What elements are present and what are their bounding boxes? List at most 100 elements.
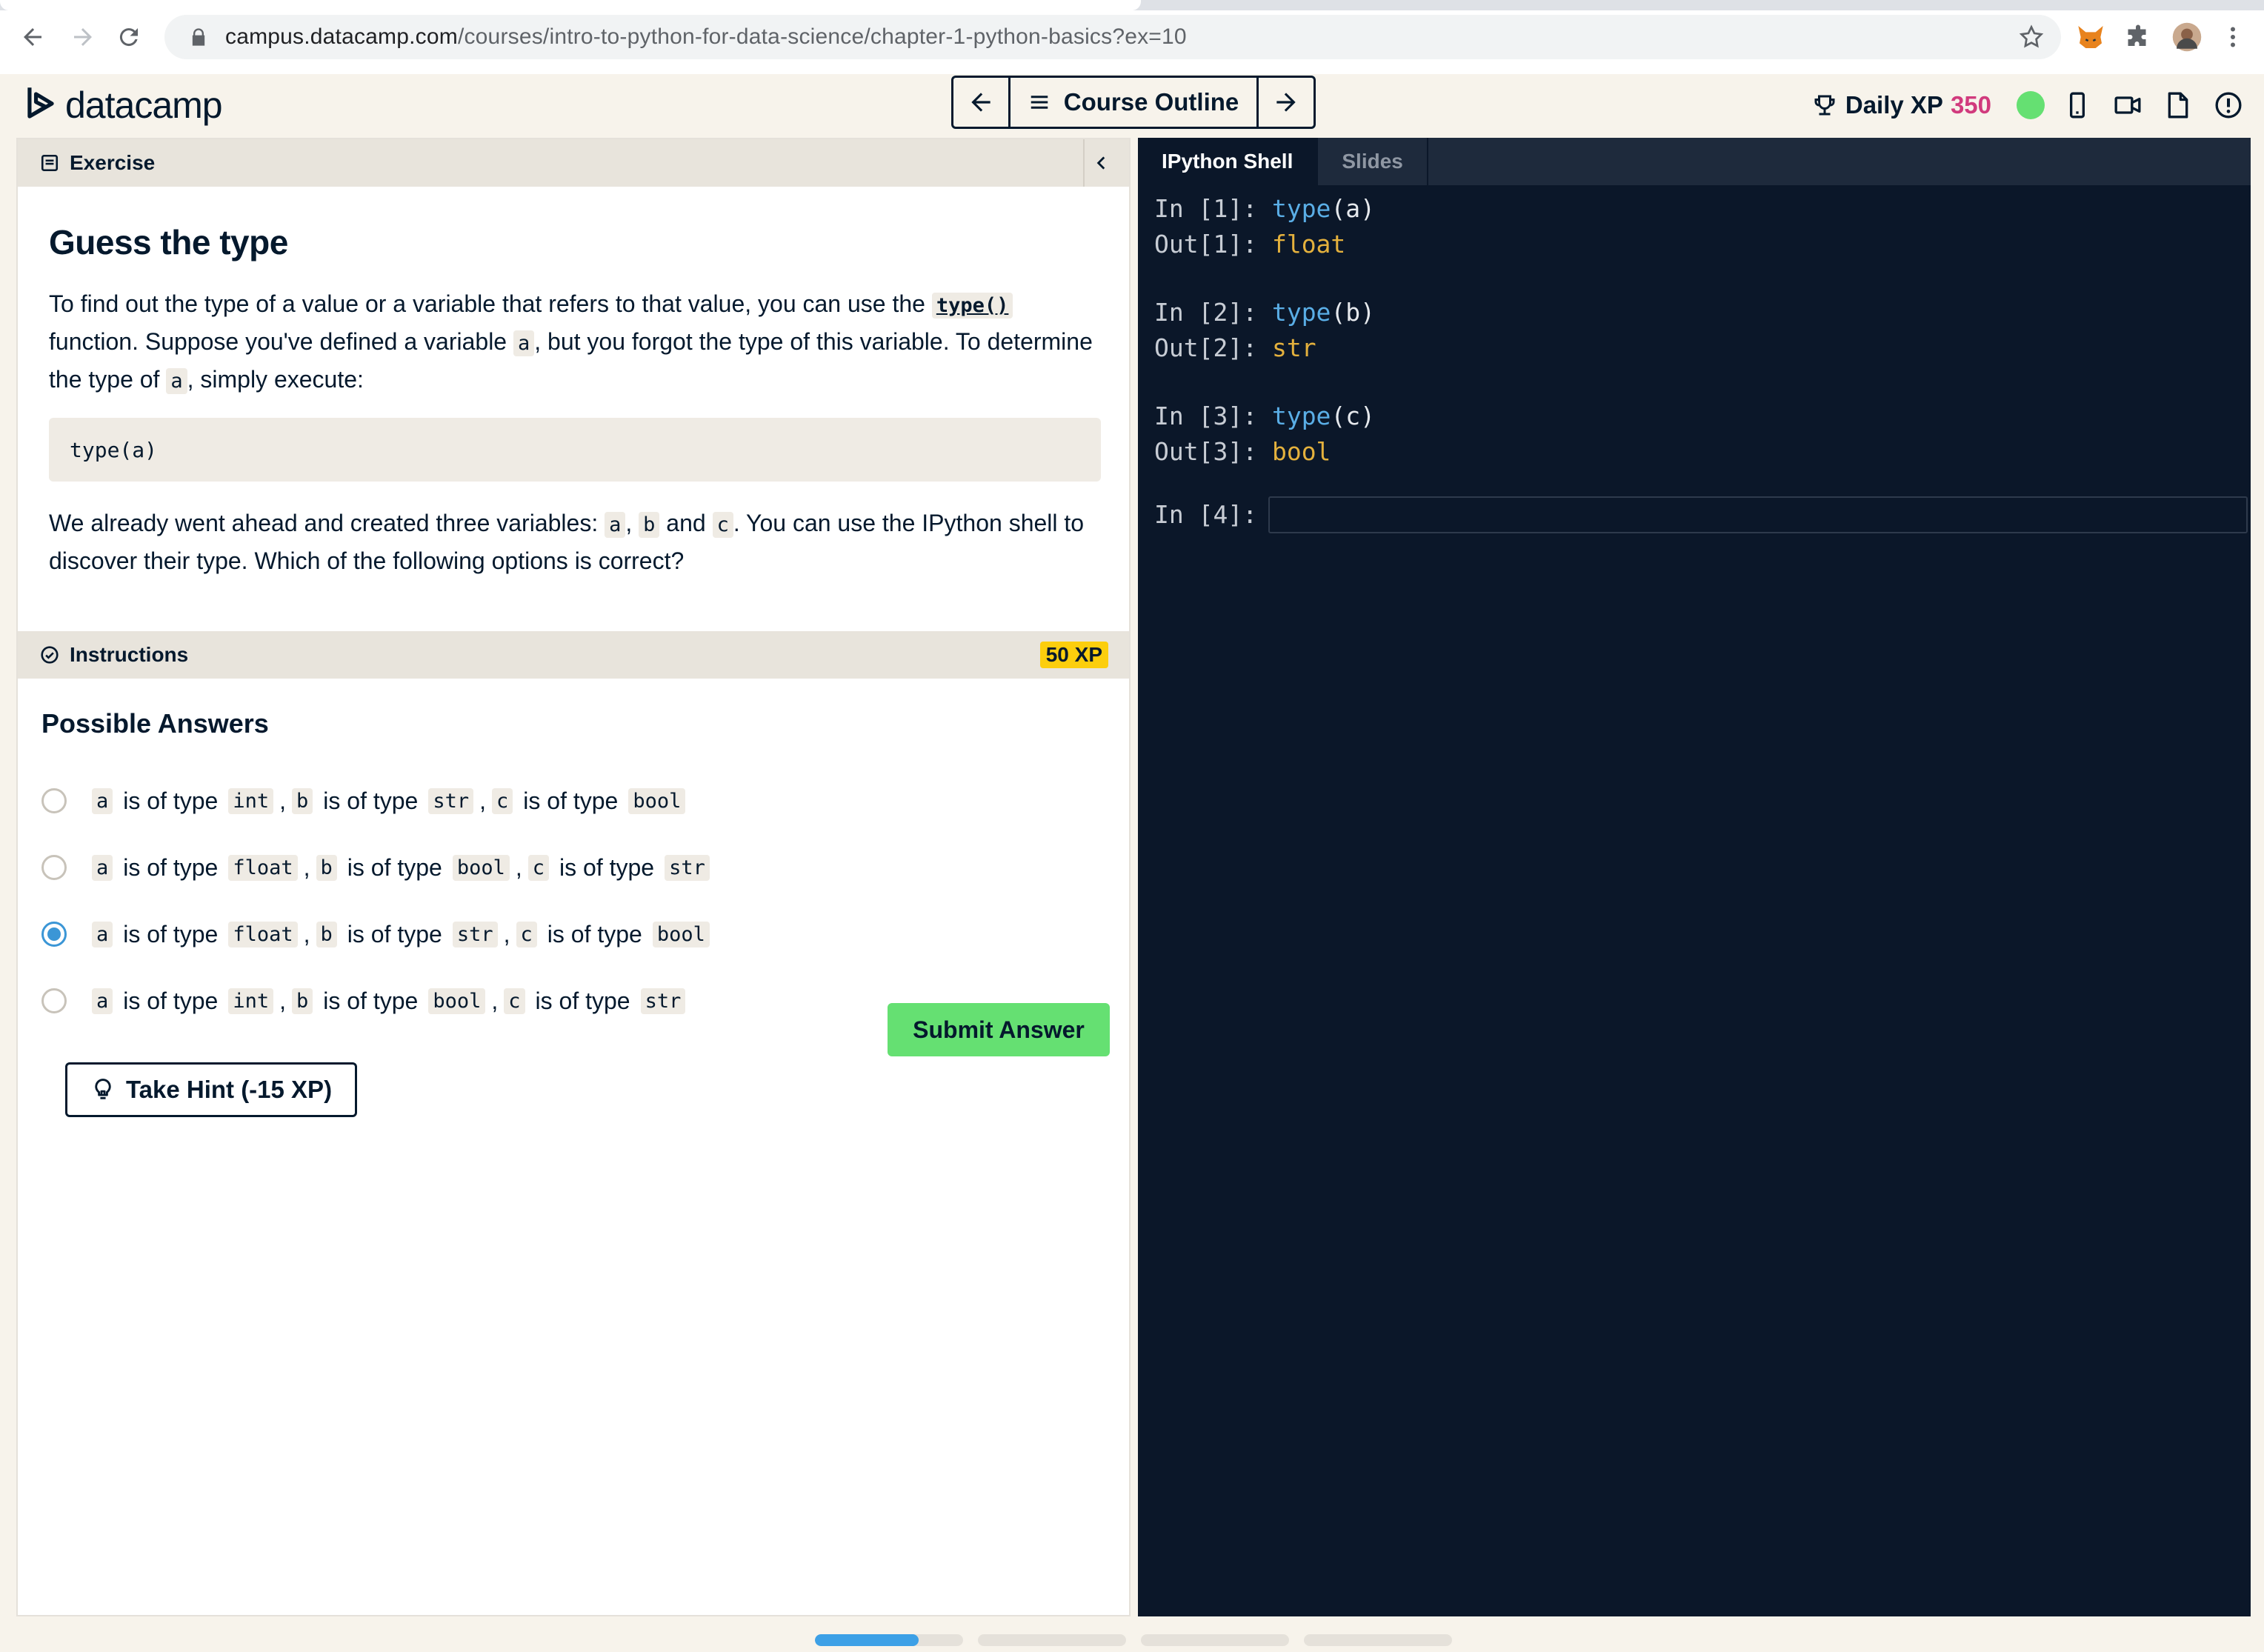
reload-button[interactable]: [111, 19, 147, 55]
trophy-icon: [1814, 95, 1835, 116]
answer-connector: is of type: [547, 920, 642, 947]
question-text: and: [659, 510, 713, 536]
answer-option[interactable]: a is of type int, b is of type str, c is of typ…: [41, 782, 691, 819]
answer-variable: c: [492, 787, 513, 814]
puzzle-extensions-icon[interactable]: [2122, 21, 2154, 53]
shell-out-prompt: Out[2]:: [1154, 333, 1272, 362]
console-pane: IPython Shell Slides In [1]: type(a) Out[…: [1138, 138, 2251, 1616]
slides-button[interactable]: [2160, 87, 2196, 123]
answer-option[interactable]: a is of type float, b is of type bool, c is of …: [41, 849, 716, 886]
exercise-pane: Exercise Guess the type To find out the …: [16, 138, 1131, 1616]
progress-segment: [978, 1634, 1126, 1646]
shell-in-prompt: In [2]:: [1154, 298, 1272, 327]
video-button[interactable]: [2110, 87, 2145, 123]
logo-text: datacamp: [65, 84, 223, 126]
tab-ipython-shell[interactable]: IPython Shell: [1138, 138, 1319, 185]
answer-connector: is of type: [347, 920, 442, 947]
shell-output-line: Out[2]: str: [1154, 330, 1375, 366]
instructions-section-header: Instructions 50 XP: [18, 631, 1129, 679]
answer-connector: is of type: [323, 787, 419, 814]
shell-argument: (b): [1331, 298, 1376, 327]
daily-xp-label: Daily XP: [1845, 91, 1943, 119]
shell-out-prompt: Out[3]:: [1154, 437, 1272, 466]
console-tabs: IPython Shell Slides: [1138, 138, 2251, 185]
type-function-link[interactable]: type(): [931, 293, 1013, 319]
answer-type: bool: [628, 787, 686, 814]
possible-answers-title: Possible Answers: [41, 708, 269, 739]
answer-connector: is of type: [123, 853, 219, 881]
inline-code: c: [712, 512, 733, 538]
answer-variable: a: [92, 921, 113, 947]
answer-comma: ,: [303, 920, 310, 947]
shell-spacer: [1154, 262, 1375, 295]
connection-status-dot: [2017, 91, 2045, 119]
reload-icon: [119, 28, 138, 47]
answer-comma: ,: [503, 920, 510, 947]
answer-radio[interactable]: [41, 788, 67, 813]
shell-argument: (c): [1331, 402, 1376, 430]
address-bar[interactable]: campus.datacamp.com/courses/intro-to-pyt…: [164, 15, 2061, 59]
lesson-progress: [815, 1634, 1467, 1646]
report-issue-button[interactable]: [2211, 87, 2246, 123]
mobile-phone-icon: [2070, 92, 2085, 119]
bookmark-star-icon[interactable]: [2018, 24, 2045, 50]
shell-function: type: [1271, 298, 1331, 327]
course-navigation: Course Outline: [951, 76, 1316, 129]
submit-answer-button[interactable]: Submit Answer: [888, 1003, 1110, 1056]
shell-input[interactable]: [1268, 496, 2248, 533]
shell-history: In [1]: type(a) Out[1]: float In [2]: type…: [1154, 191, 1375, 502]
shell-function: type: [1271, 194, 1331, 223]
course-outline-button[interactable]: Course Outline: [1008, 78, 1259, 127]
answer-radio[interactable]: [41, 855, 67, 880]
previous-exercise-button[interactable]: [953, 78, 1008, 127]
browser-menu-icon[interactable]: [2217, 21, 2249, 53]
forward-button[interactable]: [65, 19, 101, 55]
answer-option[interactable]: a is of type float, b is of type str, c is of t…: [41, 916, 716, 953]
answer-variable: a: [92, 854, 113, 881]
answer-connector: is of type: [347, 853, 442, 881]
answer-option[interactable]: a is of type int, b is of type bool, c is of ty…: [41, 982, 691, 1019]
arrow-left-icon: [24, 28, 41, 46]
course-outline-label: Course Outline: [1063, 88, 1239, 116]
take-hint-button[interactable]: Take Hint (-15 XP): [65, 1062, 357, 1117]
inline-code: a: [166, 368, 187, 394]
answer-variable: c: [516, 921, 537, 947]
answer-radio[interactable]: [41, 988, 67, 1013]
answer-connector: is of type: [123, 920, 219, 947]
shell-output: str: [1271, 333, 1316, 362]
progress-segment: [1304, 1634, 1452, 1646]
answer-radio[interactable]: [41, 922, 67, 947]
answer-type: bool: [428, 987, 486, 1014]
answer-connector: is of type: [323, 987, 419, 1014]
answer-variable: a: [92, 987, 113, 1014]
fox-extension-icon[interactable]: [2074, 21, 2107, 53]
inline-code: b: [639, 512, 660, 538]
document-icon: [2168, 92, 2188, 119]
exercise-description: To find out the type of a value or a var…: [49, 286, 1101, 399]
code-example-text: type(a): [70, 437, 158, 462]
answer-comma: ,: [303, 853, 310, 881]
answer-connector: is of type: [535, 987, 630, 1014]
browser-tab-active[interactable]: [0, 0, 1141, 10]
mobile-app-button[interactable]: [2060, 87, 2095, 123]
daily-xp[interactable]: Daily XP 350: [1811, 91, 1991, 119]
answer-type: float: [228, 854, 298, 881]
question-text: We already went ahead and created three …: [49, 510, 605, 536]
collapse-pane-button[interactable]: [1083, 139, 1129, 187]
next-exercise-button[interactable]: [1259, 78, 1314, 127]
xp-badge: 50 XP: [1039, 642, 1108, 668]
back-button[interactable]: [15, 19, 50, 55]
profile-avatar[interactable]: [2171, 21, 2203, 53]
datacamp-logo-icon: [27, 87, 54, 119]
datacamp-logo[interactable]: datacamp: [24, 81, 223, 129]
exercise-title: Guess the type: [49, 223, 288, 262]
answer-connector: is of type: [123, 987, 219, 1014]
tab-slides[interactable]: Slides: [1318, 138, 1428, 185]
code-example: type(a): [49, 418, 1101, 482]
question-text: ,: [625, 510, 639, 536]
chevron-left-icon: [1096, 156, 1105, 170]
answer-type: str: [452, 921, 498, 947]
take-hint-label: Take Hint (-15 XP): [125, 1076, 333, 1103]
answer-variable: b: [316, 854, 337, 881]
progress-segment: [1141, 1634, 1289, 1646]
